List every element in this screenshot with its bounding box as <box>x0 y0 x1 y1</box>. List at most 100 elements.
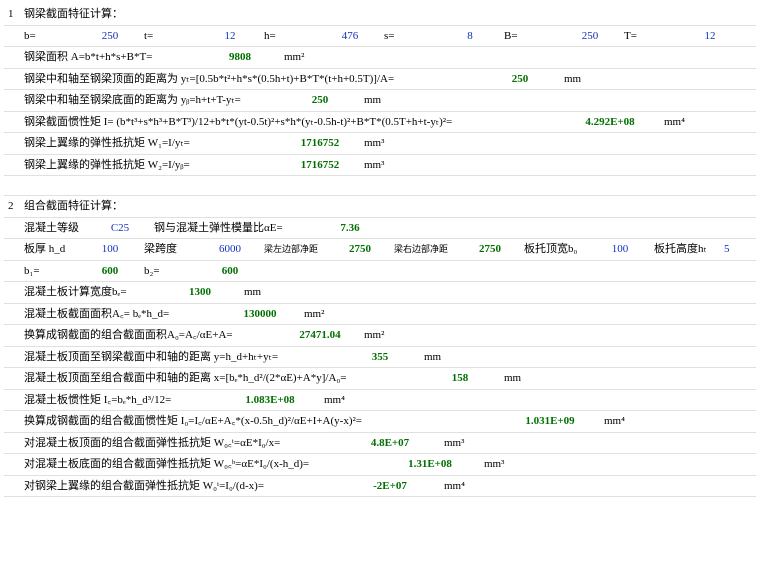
label-t: t= <box>140 28 200 45</box>
unit: mm³ <box>360 135 388 152</box>
unit: mm⁴ <box>600 413 629 430</box>
label: 换算成钢截面的组合截面面积A₀=A꜀/αE+A= <box>20 327 280 344</box>
label-b0: 板托顶宽b₀ <box>520 241 590 258</box>
label: 钢梁上翼缘的弹性抵抗矩 W₂=I/yᵦ= <box>20 157 280 174</box>
value: 4.8E+07 <box>340 435 440 452</box>
row-W0cb: 对混凝土板底面的组合截面弹性抵抗矩 W₀꜀ᵇ=αE*I₀/(x-h_d)= 1.… <box>4 454 756 476</box>
label-b1: b₁= <box>20 263 80 280</box>
label: 钢梁上翼缘的弹性抵抗矩 W₁=I/yₜ= <box>20 135 280 152</box>
unit: mm² <box>300 306 328 323</box>
value: 1.031E+09 <box>500 413 600 430</box>
row-b1b2: b₁= 600 b₂= 600 <box>4 261 756 283</box>
section-title: 组合截面特征计算： <box>20 198 127 215</box>
value: 1716752 <box>280 135 360 152</box>
value-right: 2750 <box>460 241 520 258</box>
section-index: 2 <box>4 198 20 215</box>
spacer-row <box>4 176 756 196</box>
label-T: T= <box>620 28 680 45</box>
row-concrete: 混凝土等级 C25 钢与混凝土弹性模量比αE= 7.36 <box>4 218 756 240</box>
label: 钢梁截面惯性矩 I= (b*t³+s*h³+B*T³)/12+b*t*(yt-0… <box>20 114 560 131</box>
row-W0ct: 对混凝土板顶面的组合截面弹性抵抗矩 W₀꜀ᵗ=αE*I₀/x= 4.8E+07 … <box>4 433 756 455</box>
row-W2: 钢梁上翼缘的弹性抵抗矩 W₂=I/yᵦ= 1716752 mm³ <box>4 155 756 177</box>
unit: mm³ <box>440 435 468 452</box>
value-aE: 7.36 <box>320 220 380 237</box>
label: 对混凝土板顶面的组合截面弹性抵抗矩 W₀꜀ᵗ=αE*I₀/x= <box>20 435 340 452</box>
label: 混凝土板惯性矩 I꜀=bₑ*h_d³/12= <box>20 392 220 409</box>
value-b1: 600 <box>80 263 140 280</box>
value-ht: 5 <box>720 241 734 258</box>
value-t: 12 <box>200 28 260 45</box>
value: 27471.04 <box>280 327 360 344</box>
value: 158 <box>420 370 500 387</box>
value: 1300 <box>160 284 240 301</box>
unit: mm⁴ <box>440 478 469 495</box>
label-s: s= <box>380 28 440 45</box>
value-b0: 100 <box>590 241 650 258</box>
unit: mm <box>360 92 385 109</box>
value-b: 250 <box>80 28 140 45</box>
unit: mm <box>560 71 585 88</box>
unit: mm³ <box>360 157 388 174</box>
row-Ic: 混凝土板惯性矩 I꜀=bₑ*h_d³/12= 1.083E+08 mm⁴ <box>4 390 756 412</box>
value: 1.083E+08 <box>220 392 320 409</box>
label-h: h= <box>260 28 320 45</box>
value-b2: 600 <box>200 263 260 280</box>
value-span: 6000 <box>200 241 260 258</box>
label-B: B= <box>500 28 560 45</box>
unit: mm <box>420 349 445 366</box>
value: 1.31E+08 <box>380 456 480 473</box>
label-b: b= <box>20 28 80 45</box>
section-2-header: 2 组合截面特征计算： <box>4 196 756 218</box>
label-grade: 混凝土等级 <box>20 220 90 237</box>
label: 钢梁面积 A=b*t+h*s+B*T= <box>20 49 200 66</box>
row-W1: 钢梁上翼缘的弹性抵抗矩 W₁=I/yₜ= 1716752 mm³ <box>4 133 756 155</box>
unit: mm² <box>280 49 308 66</box>
value: 1716752 <box>280 157 360 174</box>
value: 9808 <box>200 49 280 66</box>
label-hd: 板厚 h_d <box>20 241 80 258</box>
unit: mm³ <box>480 456 508 473</box>
value-grade: C25 <box>90 220 150 237</box>
value-h: 476 <box>320 28 380 45</box>
value-B: 250 <box>560 28 620 45</box>
label: 换算成钢截面的组合截面惯性矩 I₀=I꜀/αE+A꜀*(x-0.5h_d)²/α… <box>20 413 500 430</box>
unit: mm⁴ <box>320 392 349 409</box>
row-area-A: 钢梁面积 A=b*t+h*s+B*T= 9808 mm² <box>4 47 756 69</box>
value-hd: 100 <box>80 241 140 258</box>
row-I: 钢梁截面惯性矩 I= (b*t³+s*h³+B*T³)/12+b*t*(yt-0… <box>4 112 756 134</box>
label-b2: b₂= <box>140 263 200 280</box>
value-left: 2750 <box>330 241 390 258</box>
label: 混凝土板顶面至钢梁截面中和轴的距离 y=h_d+hₜ+yₜ= <box>20 349 340 366</box>
row-slab-params: 板厚 h_d 100 梁跨度 6000 梁左边部净距 2750 梁右边部净距 2… <box>4 239 756 261</box>
row-be: 混凝土板计算宽度bₑ= 1300 mm <box>4 282 756 304</box>
value: 250 <box>480 71 560 88</box>
value: 250 <box>280 92 360 109</box>
label: 对钢梁上翼缘的组合截面弹性抵抗矩 W₀ᵗ=I₀/(d-x)= <box>20 478 340 495</box>
row-x: 混凝土板顶面至组合截面中和轴的距离 x=[bₑ*h_d²/(2*αE)+A*y]… <box>4 368 756 390</box>
row-y: 混凝土板顶面至钢梁截面中和轴的距离 y=h_d+hₜ+yₜ= 355 mm <box>4 347 756 369</box>
label: 混凝土板顶面至组合截面中和轴的距离 x=[bₑ*h_d²/(2*αE)+A*y]… <box>20 370 420 387</box>
label: 对混凝土板底面的组合截面弹性抵抗矩 W₀꜀ᵇ=αE*I₀/(x-h_d)= <box>20 456 380 473</box>
value-T: 12 <box>680 28 740 45</box>
value-s: 8 <box>440 28 500 45</box>
label-right: 梁右边部净距 <box>390 243 460 257</box>
row-A0: 换算成钢截面的组合截面面积A₀=A꜀/αE+A= 27471.04 mm² <box>4 325 756 347</box>
params-row: b= 250 t= 12 h= 476 s= 8 B= 250 T= 12 <box>4 26 756 48</box>
label-ht: 板托高度hₜ <box>650 241 720 258</box>
label: 混凝土板截面面积A꜀= bₑ*h_d= <box>20 306 220 323</box>
label: 钢梁中和轴至钢梁顶面的距离为 yₜ=[0.5b*t²+h*s*(0.5h+t)+… <box>20 71 480 88</box>
unit: mm <box>240 284 265 301</box>
value: 355 <box>340 349 420 366</box>
label-aE: 钢与混凝土弹性模量比αE= <box>150 220 320 237</box>
row-I0: 换算成钢截面的组合截面惯性矩 I₀=I꜀/αE+A꜀*(x-0.5h_d)²/α… <box>4 411 756 433</box>
value: 130000 <box>220 306 300 323</box>
row-yb: 钢梁中和轴至钢梁底面的距离为 yᵦ=h+t+T-yₜ= 250 mm <box>4 90 756 112</box>
label: 钢梁中和轴至钢梁底面的距离为 yᵦ=h+t+T-yₜ= <box>20 92 280 109</box>
row-yt: 钢梁中和轴至钢梁顶面的距离为 yₜ=[0.5b*t²+h*s*(0.5h+t)+… <box>4 69 756 91</box>
unit: mm⁴ <box>660 114 689 131</box>
label-left: 梁左边部净距 <box>260 243 330 257</box>
section-1-header: 1 钢梁截面特征计算： <box>4 4 756 26</box>
label-span: 梁跨度 <box>140 241 200 258</box>
value: 4.292E+08 <box>560 114 660 131</box>
section-index: 1 <box>4 6 20 23</box>
